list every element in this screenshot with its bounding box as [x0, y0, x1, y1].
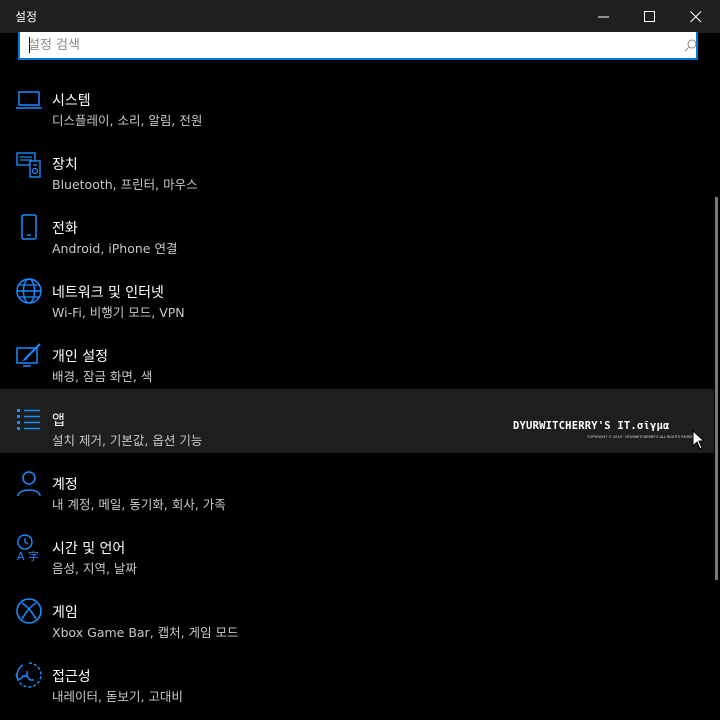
settings-item-subtitle: 내레이터, 돋보기, 고대비 [52, 689, 183, 704]
devices-icon [16, 152, 41, 178]
settings-item-subtitle: Xbox Game Bar, 캡처, 게임 모드 [52, 625, 239, 640]
settings-item-title: 개인 설정 [52, 349, 108, 365]
settings-item-accessibility[interactable]: 접근성 내레이터, 돋보기, 고대비 [0, 645, 714, 709]
close-button[interactable] [673, 0, 719, 33]
maximize-button[interactable] [627, 0, 673, 33]
settings-item-phone[interactable]: 전화 Android, iPhone 연결 [0, 197, 714, 261]
settings-item-title: 장치 [52, 157, 78, 173]
settings-item-title: 게임 [52, 605, 78, 621]
laptop-icon [16, 91, 42, 109]
settings-item-subtitle: 내 계정, 메일, 동기화, 회사, 가족 [52, 497, 226, 512]
scrollbar[interactable] [715, 197, 718, 580]
settings-item-subtitle: Android, iPhone 연결 [52, 241, 178, 256]
settings-item-title: 접근성 [52, 669, 91, 685]
settings-item-title: 시스템 [52, 93, 91, 109]
xbox-icon [16, 598, 42, 624]
settings-item-accounts[interactable]: 계정 내 계정, 메일, 동기화, 회사, 가족 [0, 453, 714, 517]
settings-item-subtitle: Bluetooth, 프린터, 마우스 [52, 177, 198, 192]
minimize-button[interactable] [581, 0, 627, 33]
phone-icon [21, 214, 37, 240]
settings-category-list: 시스템 디스플레이, 소리, 알림, 전원 장치 Bluetooth, 프린터,… [0, 69, 714, 709]
globe-icon [16, 278, 42, 304]
settings-item-title: 네트워크 및 인터넷 [52, 285, 164, 301]
title-bar: 설정 [0, 0, 720, 33]
settings-item-devices[interactable]: 장치 Bluetooth, 프린터, 마우스 [0, 133, 714, 197]
search-input[interactable] [28, 32, 668, 58]
settings-item-time-language[interactable]: A 字 시간 및 언어 음성, 지역, 날짜 [0, 517, 714, 581]
settings-item-subtitle: 음성, 지역, 날짜 [52, 561, 137, 576]
svg-text:A: A [17, 550, 25, 562]
close-icon [690, 11, 702, 23]
watermark-text: DYURWITCHERRY'S IT.σῖγμα [513, 420, 670, 432]
settings-item-subtitle: 디스플레이, 소리, 알림, 전원 [52, 113, 203, 128]
settings-item-subtitle: 설치 제거, 기본값, 옵션 기능 [52, 433, 203, 448]
minimize-icon [598, 16, 609, 18]
svg-text:字: 字 [28, 549, 39, 562]
settings-item-title: 계정 [52, 477, 78, 493]
search-icon[interactable] [684, 39, 697, 52]
mouse-cursor-icon [692, 430, 706, 450]
maximize-icon [644, 11, 655, 22]
settings-item-network[interactable]: 네트워크 및 인터넷 Wi-Fi, 비행기 모드, VPN [0, 261, 714, 325]
accessibility-icon [15, 662, 42, 688]
personalization-icon [16, 343, 41, 367]
apps-list-icon [17, 409, 40, 430]
watermark-copyright: COPYRIGHT © 2019 · DYURWITCHERRY'S ALL R… [587, 435, 701, 439]
time-language-icon: A 字 [17, 534, 39, 562]
search-box[interactable] [18, 32, 698, 60]
settings-item-system[interactable]: 시스템 디스플레이, 소리, 알림, 전원 [0, 69, 714, 133]
window-title: 설정 [15, 10, 38, 24]
settings-item-title: 전화 [52, 221, 78, 237]
person-icon [17, 471, 41, 497]
settings-item-subtitle: 배경, 잠금 화면, 색 [52, 369, 153, 384]
settings-item-title: 시간 및 언어 [52, 541, 126, 557]
watermark: DYURWITCHERRY'S IT.σῖγμα COPYRIGHT © 201… [513, 420, 701, 442]
settings-item-title: 앱 [52, 413, 65, 429]
settings-item-gaming[interactable]: 게임 Xbox Game Bar, 캡처, 게임 모드 [0, 581, 714, 645]
settings-item-personalization[interactable]: 개인 설정 배경, 잠금 화면, 색 [0, 325, 714, 389]
settings-item-subtitle: Wi-Fi, 비행기 모드, VPN [52, 305, 185, 320]
